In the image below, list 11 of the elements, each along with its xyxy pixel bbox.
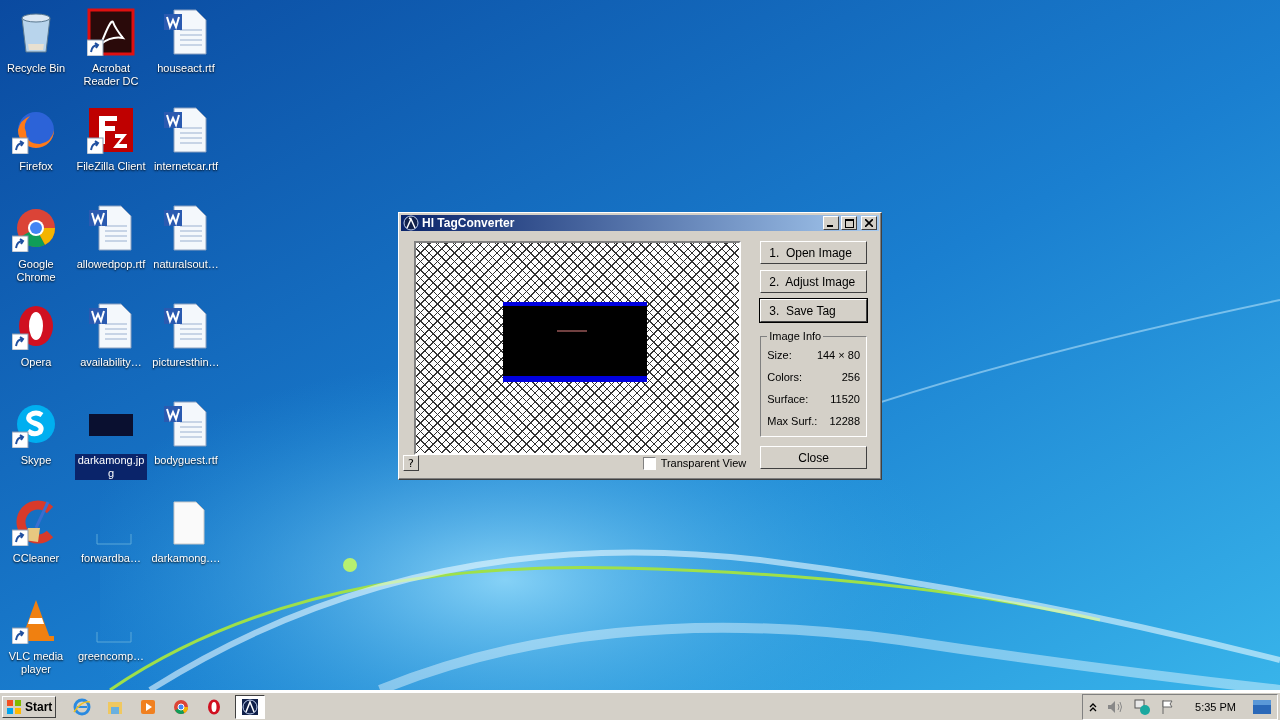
windows-logo-icon [6, 698, 22, 715]
browser-icon [172, 697, 191, 716]
play-icon [139, 697, 158, 716]
clock[interactable]: 5:35 PM [1195, 700, 1236, 713]
show-desktop-icon[interactable] [1253, 699, 1271, 714]
lambda-icon [241, 697, 260, 716]
network-icon[interactable] [1133, 697, 1152, 716]
globe-e-icon [73, 697, 92, 716]
chevron-up-icon[interactable] [1089, 701, 1098, 712]
taskbar-app-button[interactable] [235, 694, 266, 719]
start-button[interactable]: Start [2, 695, 57, 718]
